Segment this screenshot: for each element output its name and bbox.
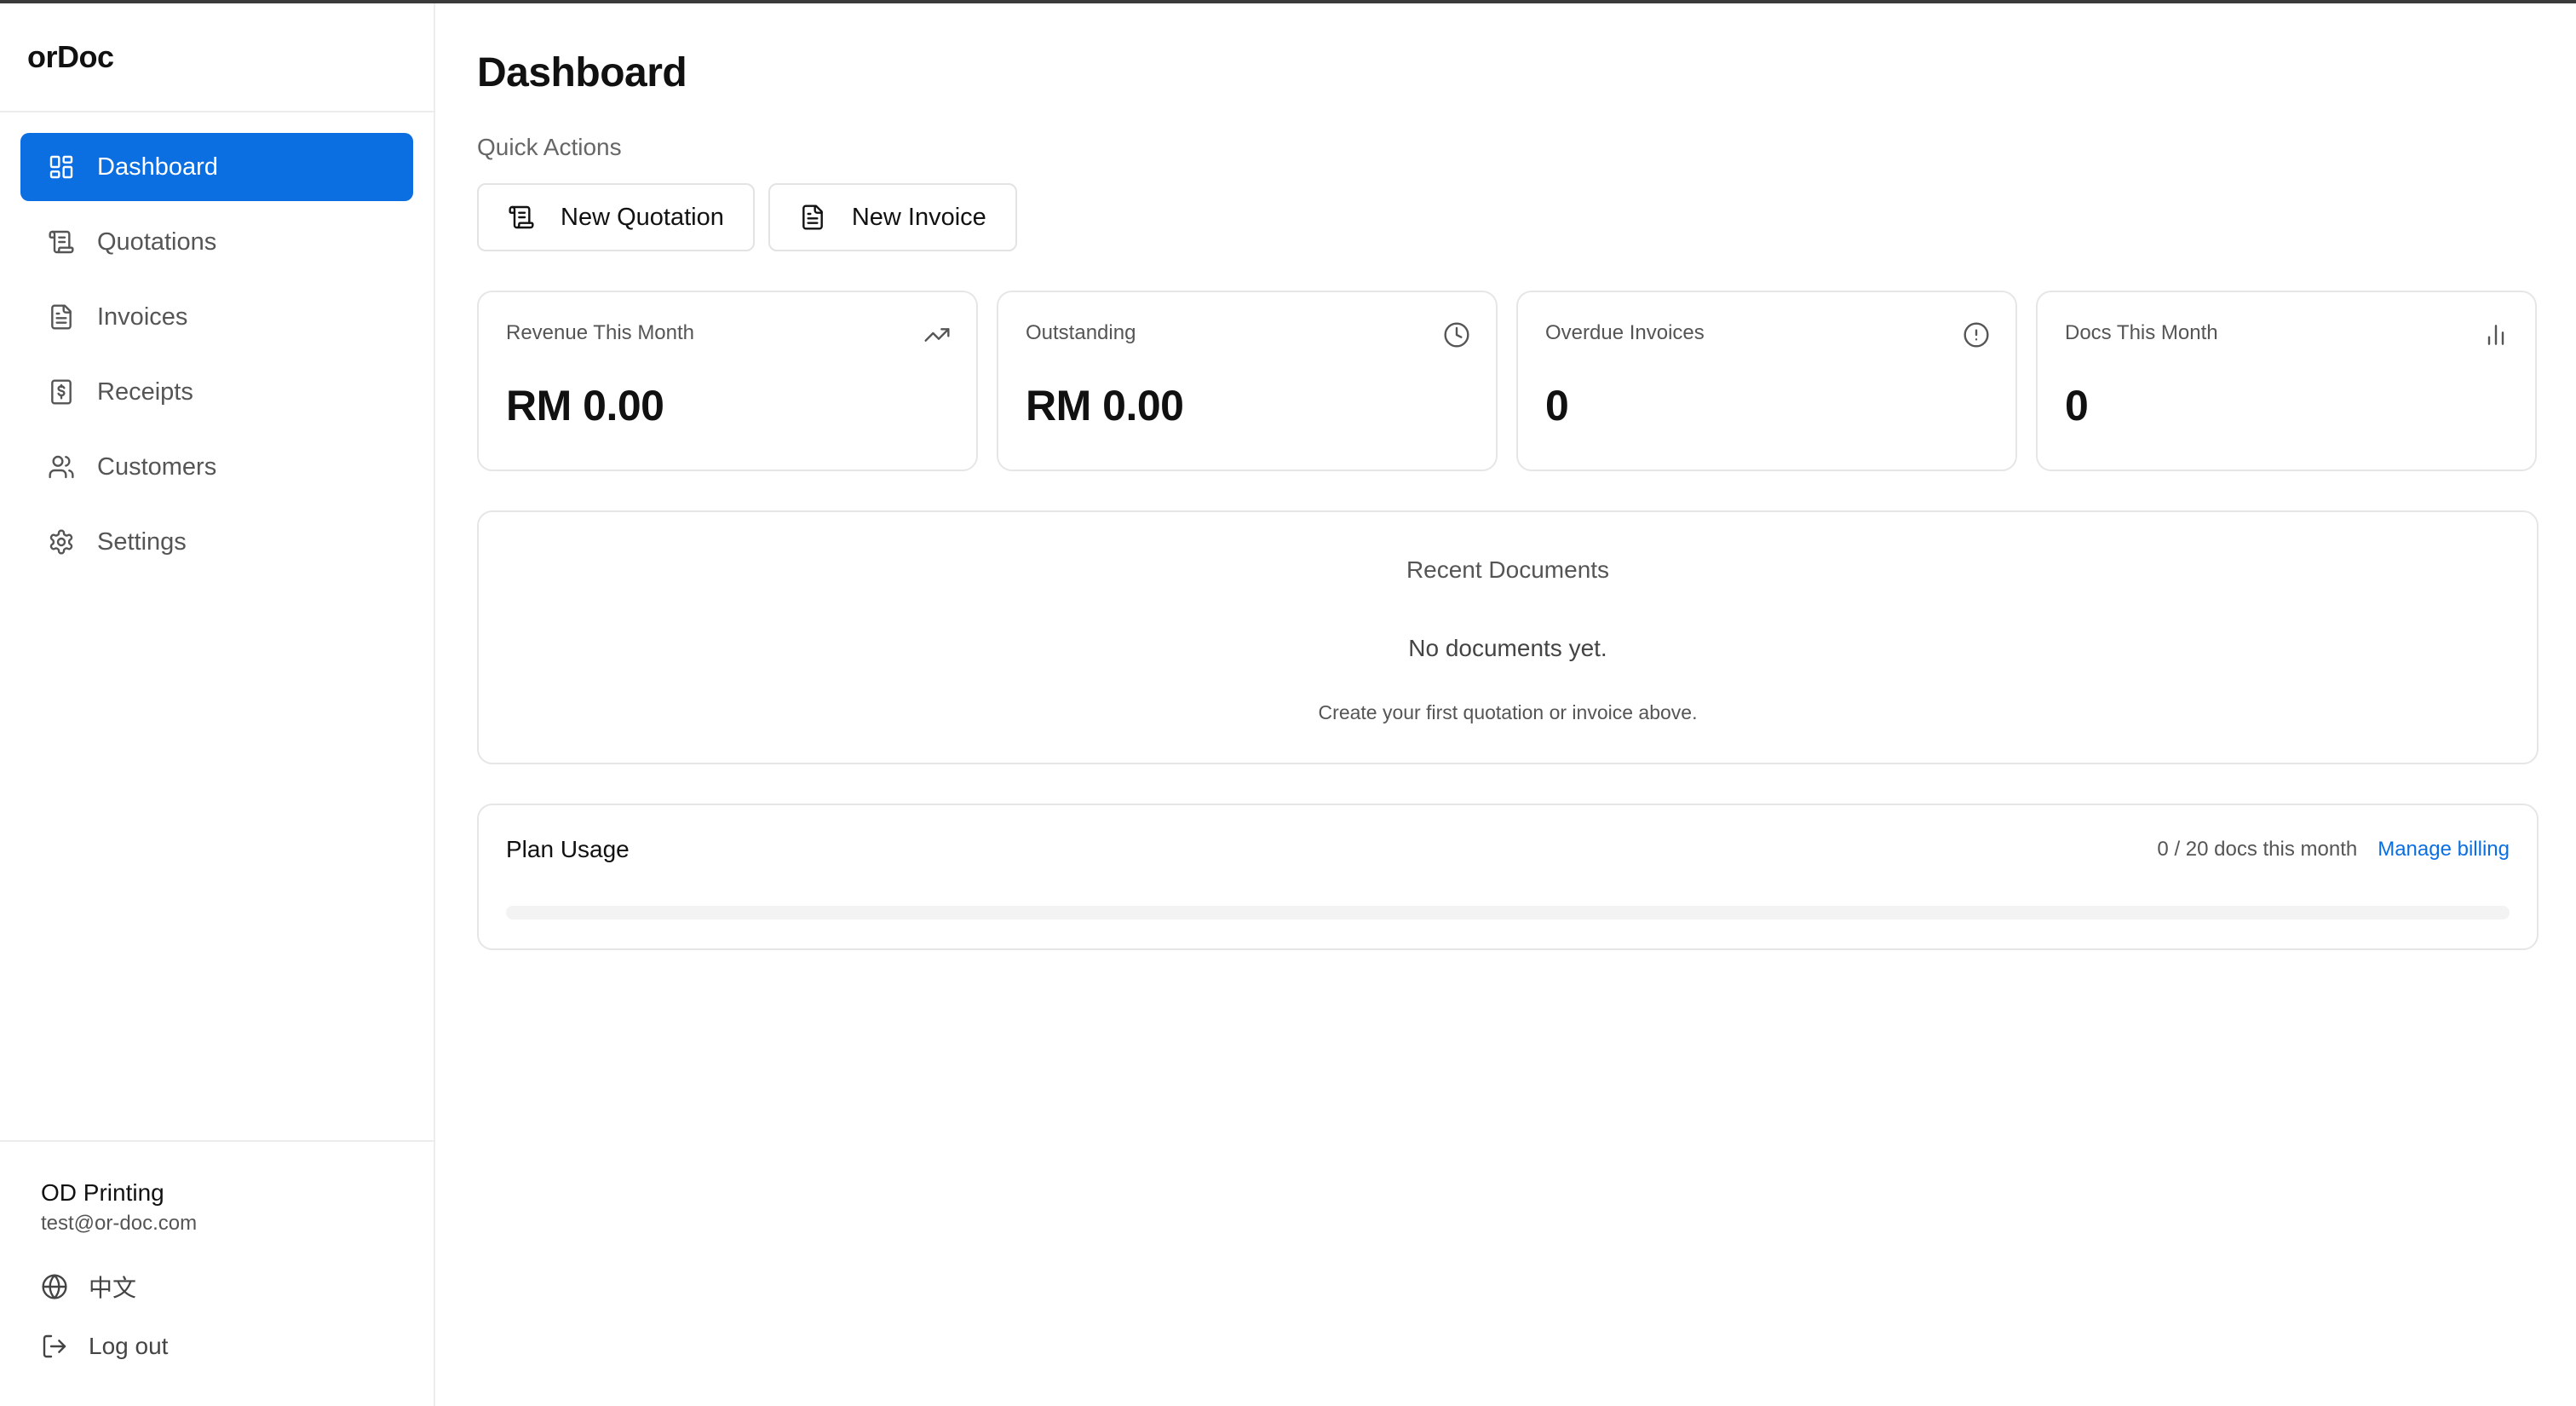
brand: orDoc (0, 3, 434, 112)
plan-usage-count: 0 / 20 docs this month (2157, 838, 2358, 861)
sidebar-item-quotations[interactable]: Quotations (20, 208, 413, 276)
new-quotation-button[interactable]: New Quotation (477, 183, 755, 251)
sidebar-item-label: Settings (97, 527, 187, 556)
dashboard-icon (48, 153, 75, 181)
stats-row: Revenue This Month RM 0.00 Outstanding R… (477, 291, 2539, 471)
quick-actions-label: Quick Actions (477, 134, 622, 160)
alert-circle-icon (1963, 321, 1990, 349)
sidebar-item-settings[interactable]: Settings (20, 508, 413, 576)
bar-chart-icon (2482, 321, 2510, 349)
manage-billing-link[interactable]: Manage billing (2378, 838, 2510, 861)
sidebar-item-label: Receipts (97, 377, 193, 406)
sidebar-item-receipts[interactable]: Receipts (20, 358, 413, 426)
stat-value: RM 0.00 (1026, 382, 1184, 429)
stat-value: 0 (2065, 382, 2089, 429)
main-content: Dashboard Quick Actions New Quotation Ne… (477, 3, 2539, 950)
stat-label: Overdue Invoices (1545, 321, 1705, 344)
new-quotation-label: New Quotation (561, 203, 724, 231)
logout-icon (41, 1333, 68, 1360)
sidebar: orDoc Dashboard Quotations Invoices Rece… (0, 3, 435, 1406)
stat-label: Revenue This Month (506, 321, 695, 344)
new-invoice-button[interactable]: New Invoice (768, 183, 1017, 251)
gear-icon (48, 528, 75, 556)
users-icon (48, 453, 75, 481)
new-invoice-label: New Invoice (851, 203, 986, 231)
quick-actions: New Quotation New Invoice (477, 183, 2539, 251)
recent-documents-title: Recent Documents (1406, 556, 1610, 583)
recent-documents-card: Recent Documents No documents yet. Creat… (477, 510, 2539, 764)
globe-icon (41, 1273, 68, 1300)
sidebar-nav: Dashboard Quotations Invoices Receipts C… (0, 112, 434, 576)
stat-value: 0 (1545, 382, 1569, 429)
recent-documents-empty: No documents yet. (1408, 635, 1607, 661)
org-email: test@or-doc.com (41, 1212, 198, 1235)
sidebar-item-label: Customers (97, 452, 217, 481)
sidebar-footer: OD Printing test@or-doc.com 中文 Log out (0, 1140, 434, 1406)
stat-card-outstanding: Outstanding RM 0.00 (997, 291, 1498, 471)
sidebar-item-label: Dashboard (97, 153, 218, 181)
language-switch-button[interactable]: 中文 (41, 1270, 434, 1304)
plan-usage-meta: 0 / 20 docs this month Manage billing (2157, 838, 2510, 861)
sidebar-item-label: Invoices (97, 303, 188, 331)
sidebar-item-customers[interactable]: Customers (20, 433, 413, 501)
invoice-icon (48, 303, 75, 331)
plan-usage-card: Plan Usage 0 / 20 docs this month Manage… (477, 804, 2539, 950)
plan-usage-header: Plan Usage 0 / 20 docs this month Manage… (506, 836, 2510, 863)
receipt-icon (48, 378, 75, 406)
plan-usage-progress-bar (506, 906, 2510, 919)
sidebar-item-label: Quotations (97, 228, 217, 256)
brand-logo-text[interactable]: orDoc (27, 39, 114, 75)
stat-label: Docs This Month (2065, 321, 2218, 344)
clock-icon (1443, 321, 1470, 349)
quotation-icon (508, 204, 535, 231)
trending-up-icon (923, 321, 951, 349)
page-title: Dashboard (477, 50, 687, 95)
plan-usage-title: Plan Usage (506, 836, 630, 862)
quotation-icon (48, 228, 75, 256)
stat-card-docs: Docs This Month 0 (2036, 291, 2537, 471)
stat-card-overdue: Overdue Invoices 0 (1516, 291, 2017, 471)
invoice-icon (799, 204, 826, 231)
logout-label: Log out (89, 1333, 169, 1359)
stat-card-revenue: Revenue This Month RM 0.00 (477, 291, 978, 471)
stat-label: Outstanding (1026, 321, 1136, 344)
stat-value: RM 0.00 (506, 382, 664, 429)
sidebar-item-dashboard[interactable]: Dashboard (20, 133, 413, 201)
logout-button[interactable]: Log out (41, 1333, 434, 1360)
org-name: OD Printing (41, 1179, 164, 1206)
recent-documents-hint: Create your first quotation or invoice a… (1318, 701, 1698, 723)
language-label: 中文 (89, 1275, 137, 1301)
sidebar-item-invoices[interactable]: Invoices (20, 283, 413, 351)
